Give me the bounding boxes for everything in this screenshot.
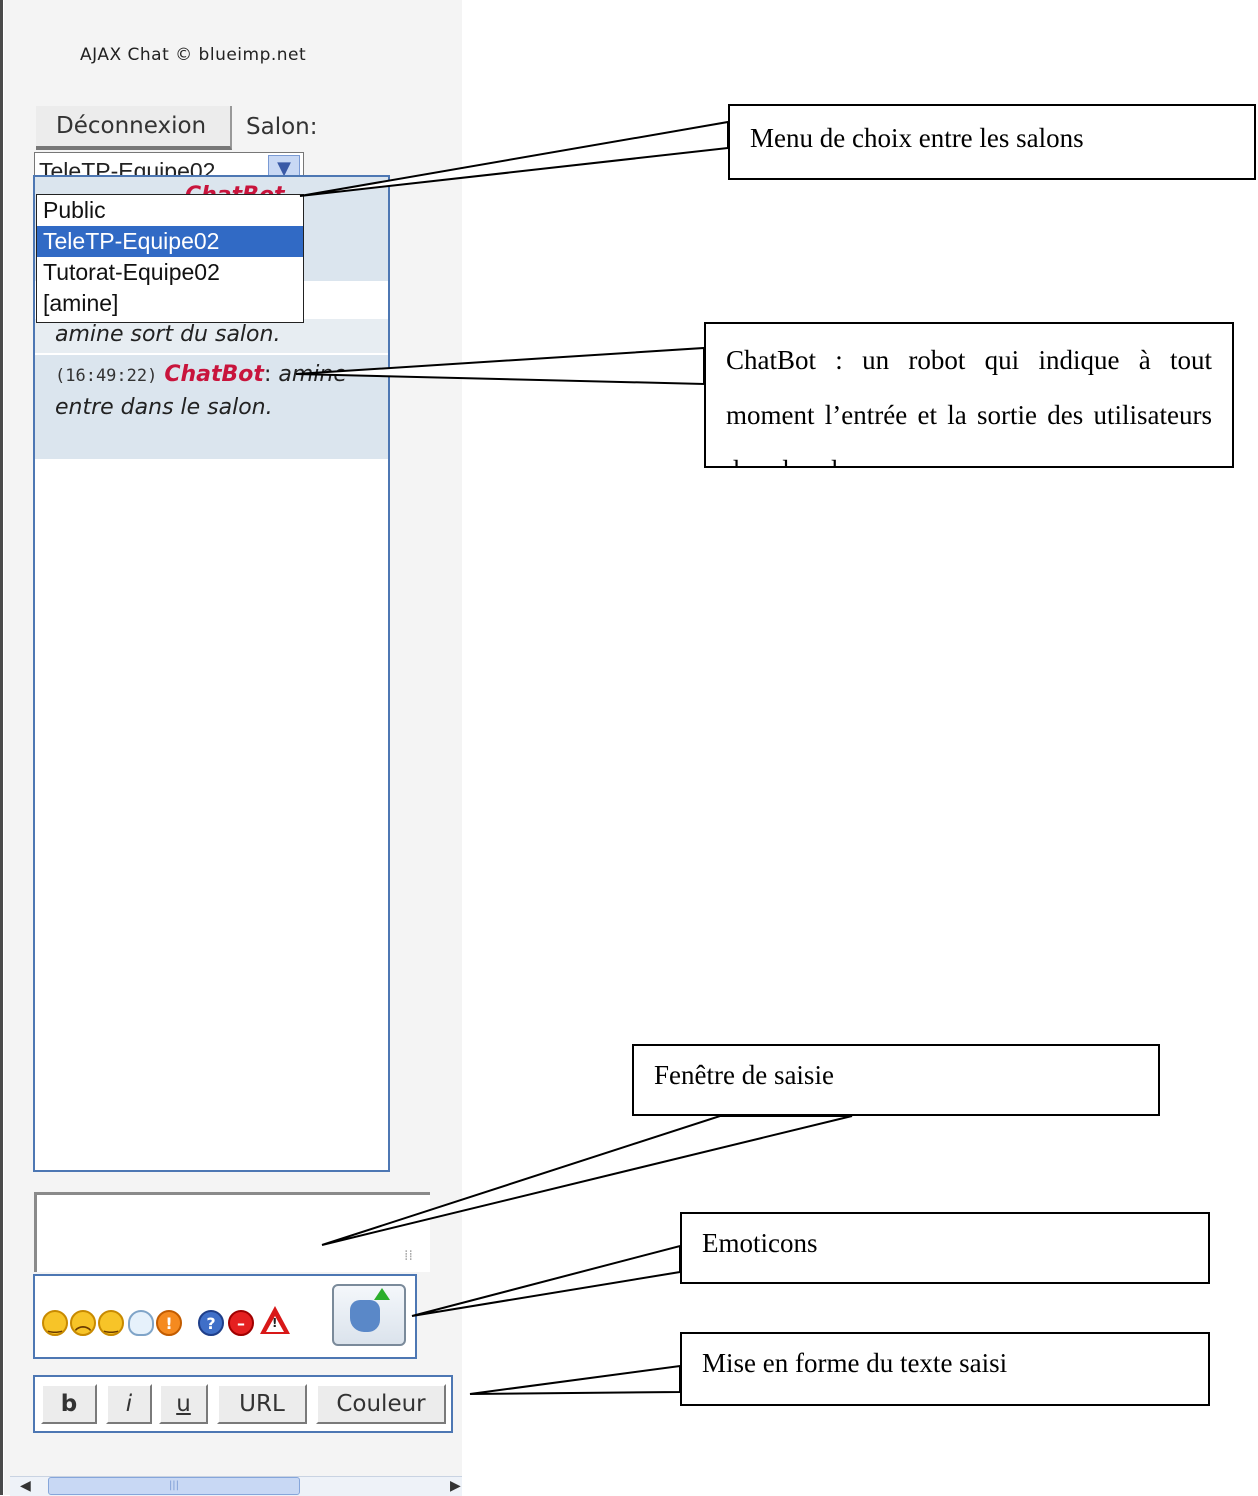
channel-dropdown-list[interactable]: Public TeleTP-Equipe02 Tutorat-Equipe02 …	[36, 194, 304, 323]
message-username: ChatBot	[164, 362, 264, 387]
color-button[interactable]: Couleur	[316, 1384, 446, 1424]
channel-label: Salon:	[246, 114, 318, 140]
lightbulb-icon[interactable]	[128, 1310, 154, 1336]
url-button[interactable]: URL	[217, 1384, 307, 1424]
italic-button[interactable]: i	[106, 1384, 152, 1424]
message-separator: :	[263, 362, 272, 387]
callout-channel-menu: Menu de choix entre les salons	[728, 104, 1256, 180]
message-text: amine sort du salon.	[55, 322, 281, 347]
channel-option-amine[interactable]: [amine]	[37, 288, 303, 319]
bold-button[interactable]: b	[41, 1384, 97, 1424]
resize-grip-icon[interactable]: ⁞⁞	[404, 1248, 424, 1270]
channel-option-tutorat[interactable]: Tutorat-Equipe02	[37, 257, 303, 288]
chat-message-list[interactable]: ChatBot amine sort du salon. (16:49:22) …	[33, 175, 390, 1172]
up-arrow-icon	[374, 1288, 390, 1300]
warning-mark: !	[272, 1316, 278, 1330]
sad-icon[interactable]: ︵	[70, 1310, 96, 1336]
chat-message: amine sort du salon.	[35, 319, 388, 353]
scroll-thumb[interactable]: |||	[48, 1477, 300, 1495]
callout-input-window: Fenêtre de saisie	[632, 1044, 1160, 1116]
exclamation-icon[interactable]: !	[156, 1310, 182, 1336]
message-time: (16:49:22)	[55, 366, 158, 386]
callout-chatbot: ChatBot : un robot qui indique à tout mo…	[704, 322, 1234, 468]
message-input[interactable]	[34, 1192, 430, 1272]
question-icon[interactable]: ?	[198, 1310, 224, 1336]
callout-emoticons: Emoticons	[680, 1212, 1210, 1284]
channel-option-public[interactable]: Public	[37, 195, 303, 226]
hand-icon	[350, 1300, 380, 1332]
credit-text: AJAX Chat © blueimp.net	[80, 45, 307, 65]
callout-formatting: Mise en forme du texte saisi	[680, 1332, 1210, 1406]
smile-icon[interactable]: ‿	[42, 1310, 68, 1336]
channel-option-teletp[interactable]: TeleTP-Equipe02	[37, 226, 303, 257]
page-left-border	[0, 0, 3, 1495]
wink-icon[interactable]: ‿	[98, 1310, 124, 1336]
stop-icon[interactable]: –	[228, 1310, 254, 1336]
chat-message: (16:49:22) ChatBot: amine entre dans le …	[35, 355, 388, 459]
scroll-left-icon[interactable]: ◀	[20, 1478, 31, 1494]
underline-button[interactable]: u	[159, 1384, 208, 1424]
scroll-right-icon[interactable]: ▶	[450, 1478, 461, 1494]
logout-button[interactable]: Déconnexion	[36, 106, 232, 150]
